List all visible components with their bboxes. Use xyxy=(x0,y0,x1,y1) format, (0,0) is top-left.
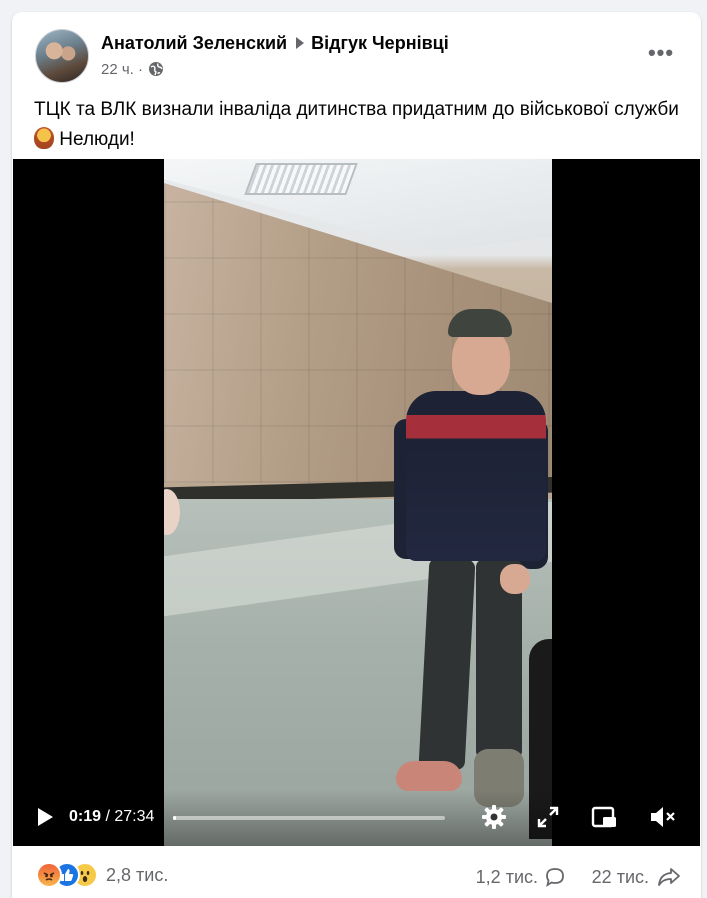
comments-count: 1,2 тис. xyxy=(475,866,538,887)
video-frame[interactable] xyxy=(164,159,552,846)
video-time: 0:19 / 27:34 xyxy=(69,808,154,826)
video-scene-person xyxy=(394,309,549,809)
person-head xyxy=(452,327,510,395)
settings-gear-icon[interactable] xyxy=(479,802,509,832)
picture-in-picture-icon[interactable] xyxy=(589,802,619,832)
person-hand xyxy=(500,564,530,594)
time-separator: / xyxy=(101,808,115,825)
globe-icon xyxy=(149,62,163,76)
person-shoe-left xyxy=(396,761,462,791)
fullscreen-icon[interactable] xyxy=(533,802,563,832)
reactions-summary[interactable]: 2,8 тис. xyxy=(36,862,168,888)
play-icon[interactable] xyxy=(31,804,57,830)
author-name[interactable]: Анатолий Зеленский xyxy=(101,33,287,54)
post-header-title: Анатолий Зеленский Відгук Чернівці xyxy=(101,31,449,55)
author-avatar[interactable] xyxy=(35,29,89,83)
angry-icon xyxy=(36,862,62,888)
triangle-right-icon xyxy=(296,37,305,49)
video-player[interactable]: 0:19 / 27:34 xyxy=(13,159,700,846)
video-controls: 0:19 / 27:34 xyxy=(13,790,700,846)
post-text: ТЦК та ВЛК визнали інваліда дитинства пр… xyxy=(34,95,684,155)
group-name[interactable]: Відгук Чернівці xyxy=(311,33,449,54)
post-meta: 22 ч. · xyxy=(101,59,164,79)
comments-count-link[interactable]: 1,2 тис. xyxy=(476,866,566,888)
person-cap xyxy=(448,309,512,337)
reactions-count[interactable]: 2,8 тис. xyxy=(106,865,168,886)
post-body-suffix: Нелюди! xyxy=(59,129,135,150)
video-progress-fill xyxy=(173,816,177,820)
person-leg-left xyxy=(418,557,476,771)
video-progress-bar[interactable] xyxy=(173,816,445,820)
facepalm-emoji-icon xyxy=(34,127,54,149)
more-options-button[interactable]: ••• xyxy=(641,38,681,68)
total-duration: 27:34 xyxy=(114,808,155,825)
mute-icon[interactable] xyxy=(647,802,677,832)
person-sweater xyxy=(406,391,546,561)
video-scene-light xyxy=(244,163,358,195)
post-card: Анатолий Зеленский Відгук Чернівці 22 ч.… xyxy=(12,12,701,898)
shares-count-link[interactable]: 22 тис. xyxy=(592,866,681,888)
current-time: 0:19 xyxy=(69,808,102,825)
share-icon xyxy=(658,868,680,886)
post-body: ТЦК та ВЛК визнали інваліда дитинства пр… xyxy=(34,99,679,120)
post-footer: 2,8 тис. 1,2 тис. 22 тис. xyxy=(12,858,701,898)
shares-count: 22 тис. xyxy=(591,866,649,887)
post-timestamp[interactable]: 22 ч. · xyxy=(101,61,143,78)
comment-icon xyxy=(546,868,564,887)
